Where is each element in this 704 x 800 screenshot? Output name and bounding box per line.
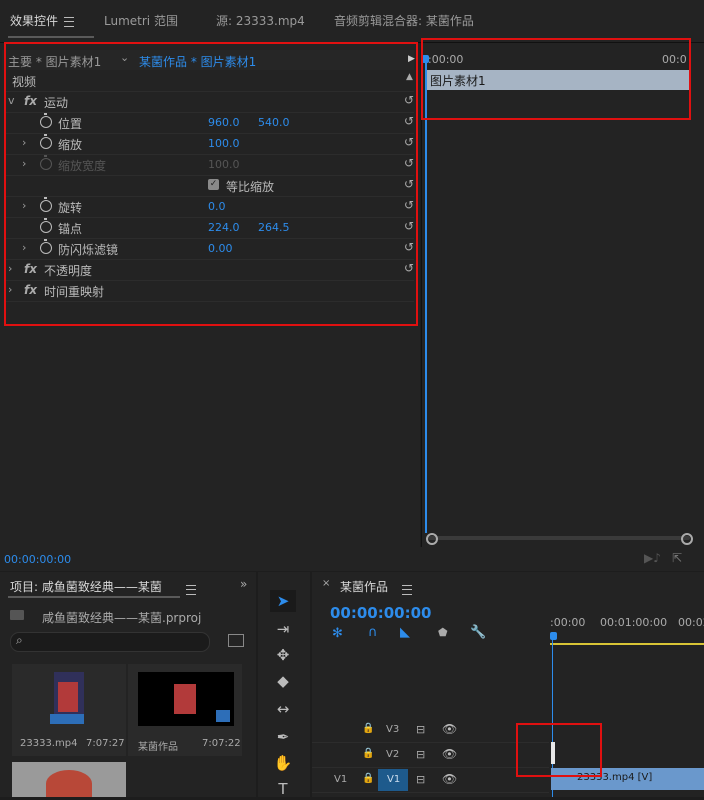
hand-tool-icon[interactable]: ✋	[270, 752, 296, 774]
search-input[interactable]: ⌕	[10, 632, 210, 652]
lock-icon[interactable]: 🔒	[362, 748, 374, 759]
project-item-sequence[interactable]: 某菌作品 7:07:22	[128, 664, 242, 756]
eye-icon[interactable]: 👁	[442, 772, 457, 786]
snap-icon[interactable]: ∩	[368, 625, 378, 640]
source-patch[interactable]: V1	[334, 774, 347, 785]
eye-icon[interactable]: 👁	[442, 747, 457, 761]
tab-lumetri-scopes[interactable]: Lumetri 范围	[104, 12, 178, 29]
tab-audio-clip-mixer[interactable]: 音频剪辑混合器: 某菌作品	[334, 12, 474, 29]
track-target-v1[interactable]: V1	[378, 769, 408, 791]
search-icon: ⌕	[16, 633, 23, 647]
ruler-label: 00:02	[678, 616, 704, 629]
eye-icon[interactable]: 👁	[442, 722, 457, 736]
project-item-image[interactable]	[12, 762, 126, 797]
panel-menu-icon[interactable]	[64, 16, 75, 27]
folder-icon	[10, 610, 24, 620]
scroll-handle-left[interactable]	[426, 533, 438, 545]
track-name[interactable]: V3	[386, 724, 399, 735]
panel-tab-bar: 效果控件 Lumetri 范围 源: 23333.mp4 音频剪辑混合器: 某菌…	[0, 0, 704, 43]
wrench-icon[interactable]: 🔧	[470, 625, 486, 640]
play-audio-icon[interactable]: ▶♪	[644, 551, 661, 565]
lock-icon[interactable]: 🔒	[362, 723, 374, 734]
sync-lock-icon[interactable]: ⊟	[416, 723, 425, 736]
nest-icon[interactable]: ✻	[332, 626, 343, 641]
linked-selection-icon[interactable]: ◣	[400, 625, 410, 640]
export-icon[interactable]: ⇱	[672, 551, 682, 565]
ec-zoom-scrollbar[interactable]	[428, 536, 690, 540]
sync-lock-icon[interactable]: ⊟	[416, 773, 425, 786]
slip-tool-icon[interactable]: ↔	[270, 698, 296, 720]
sequence-badge-icon	[216, 710, 230, 722]
active-tab-indicator	[8, 36, 94, 38]
project-title[interactable]: 项目: 咸鱼菌致经典——某菌	[10, 578, 162, 595]
track-name: V1	[387, 774, 401, 785]
track-v3: 🔒 V3 ⊟ 👁	[312, 718, 549, 743]
pen-tool-icon[interactable]: ✒	[270, 726, 296, 748]
new-bin-icon[interactable]	[228, 634, 244, 647]
ruler-label: 00:01:00:00	[600, 616, 668, 629]
add-marker-icon[interactable]: ⬟	[438, 626, 448, 639]
sequence-thumbnail	[138, 672, 234, 726]
lock-icon[interactable]: 🔒	[362, 773, 374, 784]
project-item-name: 23333.mp4	[20, 738, 78, 749]
project-file-name: 咸鱼菌致经典——某菌.prproj	[42, 611, 202, 625]
work-area-bar[interactable]	[550, 643, 704, 645]
selection-tool-icon[interactable]: ➤	[270, 590, 296, 612]
track-select-tool-icon[interactable]: ⇥	[270, 618, 296, 640]
sync-lock-icon[interactable]: ⊟	[416, 748, 425, 761]
ripple-edit-tool-icon[interactable]: ✥	[270, 644, 296, 666]
ec-playhead[interactable]	[425, 56, 427, 533]
sequence-title[interactable]: 某菌作品	[340, 578, 388, 595]
video-audio-badge-icon	[50, 714, 84, 724]
close-icon[interactable]: ×	[322, 578, 330, 589]
project-panel: 项目: 咸鱼菌致经典——某菌 » 咸鱼菌致经典——某菌.prproj ⌕ 233…	[0, 572, 256, 797]
ruler-label: :00:00	[550, 616, 586, 629]
tab-source[interactable]: 源: 23333.mp4	[216, 12, 305, 29]
ec-timecode[interactable]: 00:00:00:00	[4, 553, 71, 566]
image-thumbnail	[46, 770, 92, 797]
track-v1: V1 🔒 V1 ⊟ 👁	[312, 768, 549, 793]
effect-controls-footer: 00:00:00:00 ▶♪ ⇱	[0, 547, 704, 571]
expand-panels-icon[interactable]: »	[240, 577, 247, 591]
panel-menu-icon[interactable]	[402, 584, 412, 595]
track-name[interactable]: V2	[386, 749, 399, 760]
project-item-name: 某菌作品	[138, 742, 178, 753]
project-item-duration: 7:07:22	[202, 738, 241, 749]
project-item-video[interactable]: 23333.mp4 7:07:27	[12, 664, 126, 756]
highlight-box-effect-params	[4, 42, 418, 326]
tools-panel: ➤ ⇥ ✥ ◆ ↔ ✒ ✋ T	[258, 572, 310, 798]
thumbnail-figure	[58, 682, 78, 712]
highlight-box-ec-timeline	[421, 38, 691, 120]
active-tab-indicator	[8, 596, 180, 598]
panel-menu-icon[interactable]	[186, 584, 196, 595]
scroll-handle-right[interactable]	[681, 533, 693, 545]
track-v2: 🔒 V2 ⊟ 👁	[312, 743, 549, 768]
tab-effect-controls[interactable]: 效果控件	[10, 12, 75, 29]
project-item-duration: 7:07:27	[86, 738, 125, 749]
razor-tool-icon[interactable]: ◆	[270, 670, 296, 692]
thumbnail-figure	[174, 684, 196, 714]
sequence-timecode[interactable]: 00:00:00:00	[330, 604, 432, 622]
highlight-box-timeline	[516, 723, 602, 777]
timeline-panel: × 某菌作品 00:00:00:00 ✻ ∩ ◣ ⬟ 🔧 :00:00 00:0…	[312, 572, 704, 797]
